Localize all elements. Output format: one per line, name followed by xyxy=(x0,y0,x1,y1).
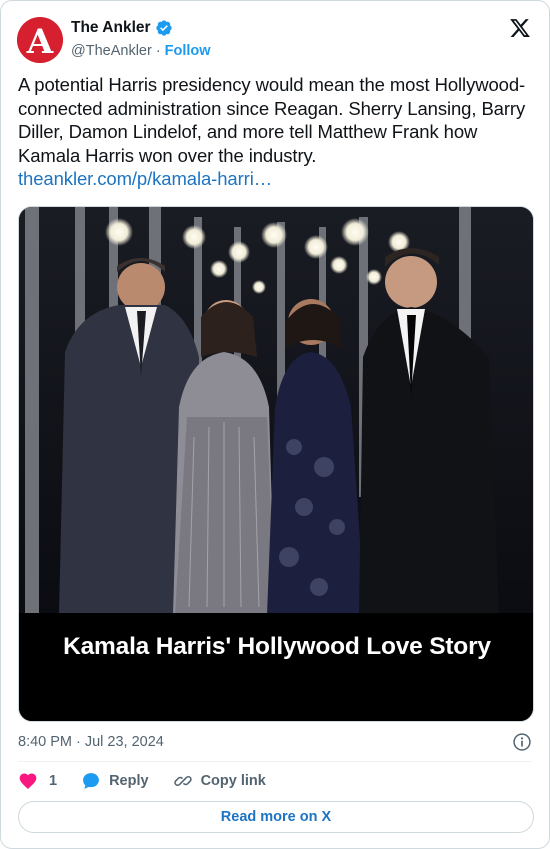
reply-bubble-icon xyxy=(83,773,99,789)
verified-badge-icon xyxy=(155,20,172,36)
heart-icon xyxy=(19,773,37,789)
link-icon xyxy=(173,775,192,787)
timestamp-row[interactable]: 8:40 PM · Jul 23, 2024 xyxy=(18,732,532,752)
divider xyxy=(18,761,532,762)
tweet-header: A The Ankler @TheAnkler · Follow xyxy=(17,15,533,63)
reply-button[interactable]: Reply xyxy=(81,771,149,791)
info-icon[interactable] xyxy=(512,732,532,752)
action-bar: 1 Reply Copy link xyxy=(18,770,290,792)
media-card[interactable]: Kamala Harris' Hollywood Love Story xyxy=(18,206,534,722)
separator-dot: · xyxy=(155,43,161,59)
follow-button[interactable]: Follow xyxy=(165,43,211,59)
ankler-logo-icon: A xyxy=(17,17,63,63)
read-more-button[interactable]: Read more on X xyxy=(18,801,534,833)
copy-link-label: Copy link xyxy=(200,773,266,789)
like-count: 1 xyxy=(49,773,58,789)
tweet-time: 8:40 PM xyxy=(18,734,72,750)
svg-text:A: A xyxy=(26,22,54,62)
avatar[interactable]: A xyxy=(17,17,63,63)
like-button[interactable]: 1 xyxy=(18,771,57,791)
article-link[interactable]: theankler.com/p/kamala-harri… xyxy=(18,167,534,191)
x-logo-icon[interactable] xyxy=(509,17,531,39)
event-photo xyxy=(19,207,533,615)
tweet-text: A potential Harris presidency would mean… xyxy=(18,74,526,166)
reply-label: Reply xyxy=(109,773,149,789)
account-handle[interactable]: @TheAnkler xyxy=(71,43,152,59)
separator-dot: · xyxy=(76,734,81,750)
tweet-body: A potential Harris presidency would mean… xyxy=(18,73,534,191)
media-caption: Kamala Harris' Hollywood Love Story xyxy=(63,633,491,660)
tweet-date: Jul 23, 2024 xyxy=(84,734,164,750)
account-name[interactable]: The Ankler xyxy=(71,19,151,37)
caption-band xyxy=(19,613,533,721)
embedded-tweet-card: A The Ankler @TheAnkler · Follow A poten… xyxy=(0,0,550,849)
copy-link-button[interactable]: Copy link xyxy=(173,771,266,791)
